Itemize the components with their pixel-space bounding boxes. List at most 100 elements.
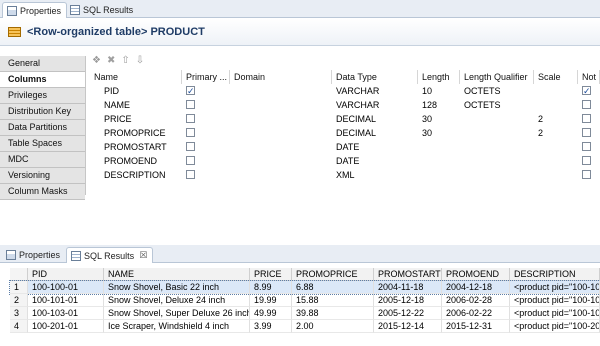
cell-description[interactable]: <product pid="100-10 bbox=[510, 281, 600, 294]
bottom-tab-properties[interactable]: Properties bbox=[2, 247, 65, 263]
table-row[interactable]: 2 100-101-01 Snow Shovel, Deluxe 24 inch 19… bbox=[10, 294, 600, 307]
column-row[interactable]: PROMOEND DATE bbox=[90, 154, 600, 168]
primary-key-checkbox[interactable] bbox=[186, 100, 195, 110]
cell-description[interactable]: <product pid="100-20 bbox=[510, 320, 600, 333]
cell-length[interactable] bbox=[418, 168, 460, 182]
cell-name[interactable]: Snow Shovel, Super Deluxe 26 inch bbox=[104, 307, 250, 320]
sidebar-item-general[interactable]: General bbox=[0, 56, 85, 72]
cell-domain[interactable] bbox=[230, 112, 332, 126]
sidebar-item-columns[interactable]: Columns bbox=[0, 72, 85, 88]
row-number[interactable]: 2 bbox=[10, 294, 28, 307]
cell-price[interactable]: 49.99 bbox=[250, 307, 292, 320]
sidebar-item-column-masks[interactable]: Column Masks bbox=[0, 184, 85, 200]
results-header-pid[interactable]: PID bbox=[28, 268, 104, 281]
cell-domain[interactable] bbox=[230, 140, 332, 154]
cell-name[interactable]: PRICE bbox=[90, 112, 182, 126]
cell-price[interactable]: 19.99 bbox=[250, 294, 292, 307]
column-row[interactable]: PID VARCHAR10OCTETS bbox=[90, 84, 600, 98]
results-header-promoprice[interactable]: PROMOPRICE bbox=[292, 268, 374, 281]
cell-length-qualifier[interactable] bbox=[460, 168, 534, 182]
cell-length-qualifier[interactable]: OCTETS bbox=[460, 98, 534, 112]
cell-data-type[interactable]: VARCHAR bbox=[332, 84, 418, 98]
results-header-description[interactable]: DESCRIPTION bbox=[510, 268, 600, 281]
cell-promostart[interactable]: 2004-11-18 bbox=[374, 281, 442, 294]
table-row[interactable]: 4 100-201-01 Ice Scraper, Windshield 4 inc… bbox=[10, 320, 600, 333]
row-number[interactable]: 1 bbox=[10, 281, 28, 294]
cell-name[interactable]: Ice Scraper, Windshield 4 inch bbox=[104, 320, 250, 333]
cell-length-qualifier[interactable] bbox=[460, 140, 534, 154]
cell-domain[interactable] bbox=[230, 98, 332, 112]
table-row[interactable]: 3 100-103-01 Snow Shovel, Super Deluxe 26 … bbox=[10, 307, 600, 320]
not-null-checkbox[interactable] bbox=[582, 128, 591, 138]
column-row[interactable]: PROMOSTART DATE bbox=[90, 140, 600, 154]
cell-description[interactable]: <product pid="100-10 bbox=[510, 294, 600, 307]
sidebar-item-privileges[interactable]: Privileges bbox=[0, 88, 85, 104]
cell-promoend[interactable]: 2015-12-31 bbox=[442, 320, 510, 333]
sidebar-item-table-spaces[interactable]: Table Spaces bbox=[0, 136, 85, 152]
cell-scale[interactable] bbox=[534, 168, 578, 182]
delete-column-icon[interactable]: ✖ bbox=[107, 55, 115, 66]
cell-data-type[interactable]: DECIMAL bbox=[332, 112, 418, 126]
cell-domain[interactable] bbox=[230, 168, 332, 182]
column-row[interactable]: DESCRIPTION XML bbox=[90, 168, 600, 182]
cell-data-type[interactable]: VARCHAR bbox=[332, 98, 418, 112]
cell-name[interactable]: PROMOEND bbox=[90, 154, 182, 168]
cell-promostart[interactable]: 2005-12-18 bbox=[374, 294, 442, 307]
row-number[interactable]: 3 bbox=[10, 307, 28, 320]
cell-domain[interactable] bbox=[230, 84, 332, 98]
cell-scale[interactable] bbox=[534, 98, 578, 112]
cell-promoend[interactable]: 2004-12-18 bbox=[442, 281, 510, 294]
results-header-promostart[interactable]: PROMOSTART bbox=[374, 268, 442, 281]
cell-data-type[interactable]: DATE bbox=[332, 140, 418, 154]
cell-length[interactable]: 30 bbox=[418, 126, 460, 140]
cell-length[interactable] bbox=[418, 154, 460, 168]
move-up-icon[interactable]: ⇧ bbox=[121, 55, 129, 66]
cell-name[interactable]: NAME bbox=[90, 98, 182, 112]
primary-key-checkbox[interactable] bbox=[186, 128, 195, 138]
cell-pid[interactable]: 100-201-01 bbox=[28, 320, 104, 333]
cell-data-type[interactable]: DATE bbox=[332, 154, 418, 168]
column-row[interactable]: PROMOPRICE DECIMAL 30 2 bbox=[90, 126, 600, 140]
cell-scale[interactable]: 2 bbox=[534, 112, 578, 126]
cell-length[interactable]: 10 bbox=[418, 84, 460, 98]
sidebar-item-data-partitions[interactable]: Data Partitions bbox=[0, 120, 85, 136]
cell-data-type[interactable]: DECIMAL bbox=[332, 126, 418, 140]
cell-pid[interactable]: 100-101-01 bbox=[28, 294, 104, 307]
sidebar-item-distribution-key[interactable]: Distribution Key bbox=[0, 104, 85, 120]
cell-promoend[interactable]: 2006-02-22 bbox=[442, 307, 510, 320]
col-header-primary[interactable]: Primary ... bbox=[182, 70, 230, 84]
cell-length[interactable] bbox=[418, 140, 460, 154]
col-header-data-type[interactable]: Data Type bbox=[332, 70, 418, 84]
cell-promoprice[interactable]: 2.00 bbox=[292, 320, 374, 333]
cell-length[interactable]: 128 bbox=[418, 98, 460, 112]
not-null-checkbox[interactable] bbox=[582, 170, 591, 180]
bottom-tab-sql-results[interactable]: SQL Results ☒ bbox=[66, 247, 154, 263]
cell-length-qualifier[interactable]: OCTETS bbox=[460, 84, 534, 98]
cell-name[interactable]: PROMOPRICE bbox=[90, 126, 182, 140]
cell-name[interactable]: DESCRIPTION bbox=[90, 168, 182, 182]
tab-sql-results[interactable]: SQL Results bbox=[66, 2, 138, 18]
tab-properties[interactable]: Properties bbox=[2, 2, 68, 18]
row-number[interactable]: 4 bbox=[10, 320, 28, 333]
cell-promoprice[interactable]: 15.88 bbox=[292, 294, 374, 307]
close-icon[interactable]: ☒ bbox=[139, 250, 147, 261]
not-null-checkbox[interactable] bbox=[582, 114, 591, 124]
cell-scale[interactable] bbox=[534, 84, 578, 98]
column-row[interactable]: NAME VARCHAR 128 OCTETS bbox=[90, 98, 600, 112]
cell-name[interactable]: PID bbox=[90, 84, 182, 98]
cell-promoend[interactable]: 2006-02-28 bbox=[442, 294, 510, 307]
cell-price[interactable]: 8.99 bbox=[250, 281, 292, 294]
move-down-icon[interactable]: ⇩ bbox=[136, 55, 144, 66]
add-column-icon[interactable]: ❖ bbox=[92, 55, 101, 66]
not-null-checkbox[interactable] bbox=[582, 142, 591, 152]
results-header-price[interactable]: PRICE bbox=[250, 268, 292, 281]
cell-domain[interactable] bbox=[230, 126, 332, 140]
cell-name[interactable]: Snow Shovel, Deluxe 24 inch bbox=[104, 294, 250, 307]
cell-pid[interactable]: 100-100-01 bbox=[28, 281, 104, 294]
col-header-length-qualifier[interactable]: Length Qualifier bbox=[460, 70, 534, 84]
primary-key-checkbox[interactable] bbox=[186, 170, 195, 180]
cell-length-qualifier[interactable] bbox=[460, 112, 534, 126]
primary-key-checkbox[interactable] bbox=[186, 114, 195, 124]
cell-promostart[interactable]: 2005-12-22 bbox=[374, 307, 442, 320]
cell-scale[interactable] bbox=[534, 154, 578, 168]
